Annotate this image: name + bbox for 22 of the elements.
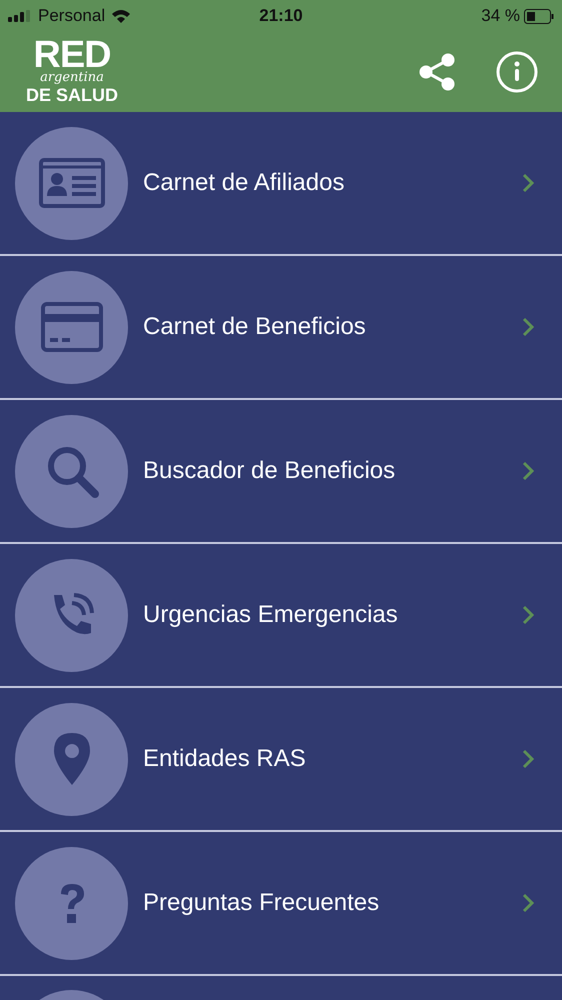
logo-text: argentina [40, 71, 104, 85]
clock-time: 21:10 [258, 6, 304, 26]
chevron-right-icon [522, 749, 534, 769]
credit-card-icon [40, 302, 102, 352]
logo-text: RED [33, 39, 111, 71]
chevron-right-icon [522, 173, 534, 193]
carrier-name: Personal [38, 6, 106, 26]
info-icon [496, 51, 538, 93]
map-pin-icon [54, 733, 90, 785]
chevron-right-icon [522, 317, 534, 337]
id-card-icon [38, 158, 104, 208]
chevron-right-icon [522, 461, 534, 481]
share-button[interactable] [418, 53, 456, 91]
info-button[interactable] [496, 51, 538, 93]
logo-text: DE SALUD [26, 85, 118, 105]
chevron-right-icon [522, 893, 534, 913]
battery-percent: 34 % [481, 6, 520, 26]
battery-icon [524, 8, 554, 24]
wifi-icon [111, 9, 132, 23]
share-icon [418, 53, 456, 91]
signal-icon [8, 10, 32, 22]
chevron-right-icon [522, 605, 534, 625]
